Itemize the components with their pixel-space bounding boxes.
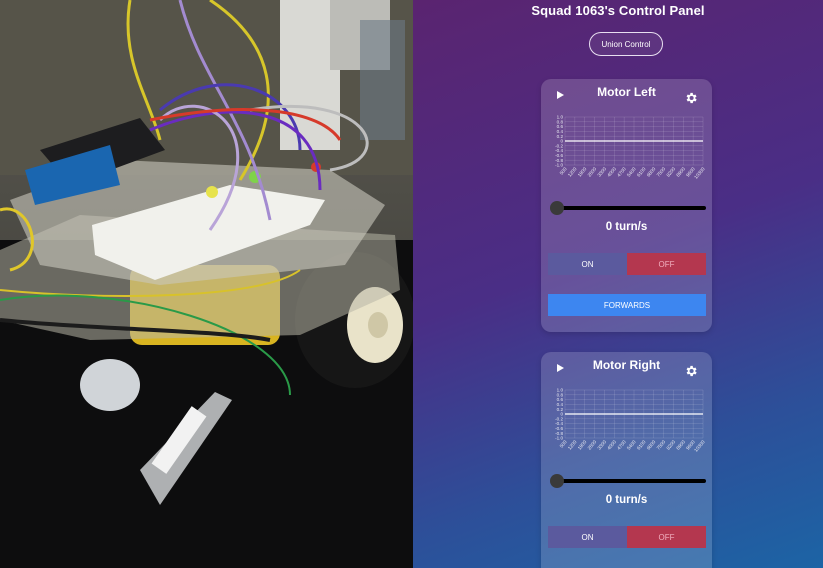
x-tick-label: 3300 xyxy=(597,166,609,178)
x-tick-label: 4700 xyxy=(616,166,628,178)
motor-right-card: Motor Right 1.0 0.8 0.6 0.4 0.2 0 -0.2 -0.4 -0.6… xyxy=(541,352,712,568)
x-tick-label: 1200 xyxy=(567,439,579,451)
x-tick-label: 4000 xyxy=(606,439,618,451)
x-tick-label: 5400 xyxy=(626,166,638,178)
on-button[interactable]: ON xyxy=(548,253,627,275)
x-tick-label: 7500 xyxy=(656,439,668,451)
camera-feed-image xyxy=(0,0,413,568)
speed-slider-thumb[interactable] xyxy=(550,474,564,488)
x-tick-label: 7500 xyxy=(656,166,668,178)
page-title: Squad 1063's Control Panel xyxy=(531,3,705,18)
gear-icon[interactable] xyxy=(684,364,698,378)
x-tick-label: 6800 xyxy=(646,439,658,451)
speed-chart: 1.00.80.60.40.20-0.2-0.4-0.6-0.8-1.0500 1… xyxy=(555,115,707,181)
x-tick-label: 3300 xyxy=(597,439,609,451)
gear-icon[interactable] xyxy=(684,91,698,105)
x-tick-label: 8200 xyxy=(666,439,678,451)
off-button[interactable]: OFF xyxy=(627,253,706,275)
speed-slider-thumb[interactable] xyxy=(550,201,564,215)
x-tick-label: 1900 xyxy=(577,166,589,178)
x-tick-label: 4700 xyxy=(616,439,628,451)
x-tick-label: 10300 xyxy=(693,439,706,453)
y-tick-label: -1.0 xyxy=(555,436,563,441)
x-tick-label: 2600 xyxy=(587,439,599,451)
motor-left-card: Motor Left 1.0 0.8 0.6 0.4 0.2 0 -0.2 -0.4 -0.6-… xyxy=(541,79,712,332)
x-tick-label: 4000 xyxy=(606,166,618,178)
y-tick-label: -1.0 xyxy=(555,163,563,168)
x-tick-label: 2600 xyxy=(587,166,599,178)
speed-slider[interactable] xyxy=(553,206,706,210)
x-tick-label: 6100 xyxy=(636,166,648,178)
x-tick-label: 8900 xyxy=(675,439,687,451)
x-tick-label: 5400 xyxy=(626,439,638,451)
x-tick-label: 1900 xyxy=(577,439,589,451)
speed-readout: 0 turn/s xyxy=(605,494,648,506)
x-tick-label: 8900 xyxy=(675,166,687,178)
control-panel: Squad 1063's Control Panel Union Control… xyxy=(413,0,823,568)
speed-slider[interactable] xyxy=(553,479,706,483)
speed-chart: 1.00.80.60.40.20-0.2-0.4-0.6-0.8-1.0500 1… xyxy=(555,388,707,454)
x-tick-label: 6800 xyxy=(646,166,658,178)
x-tick-label: 8200 xyxy=(666,166,678,178)
direction-button[interactable]: FORWARDS xyxy=(548,294,706,316)
speed-readout: 0 turn/s xyxy=(605,221,648,233)
union-control-button[interactable]: Union Control xyxy=(589,32,663,56)
x-tick-label: 1200 xyxy=(567,166,579,178)
on-button[interactable]: ON xyxy=(548,526,627,548)
x-tick-label: 6100 xyxy=(636,439,648,451)
x-tick-label: 10300 xyxy=(693,166,706,180)
off-button[interactable]: OFF xyxy=(627,526,706,548)
